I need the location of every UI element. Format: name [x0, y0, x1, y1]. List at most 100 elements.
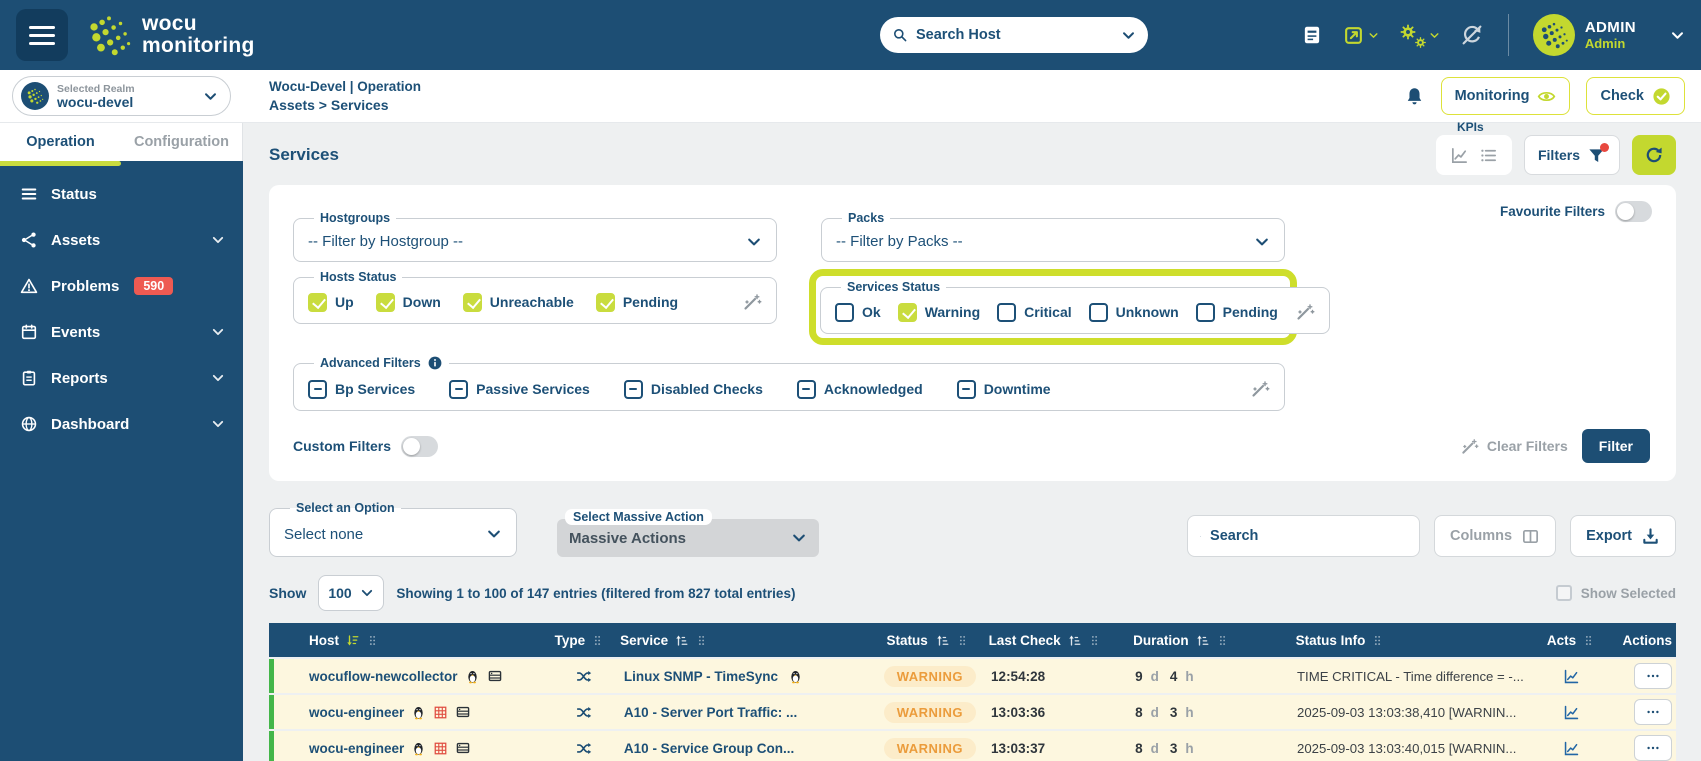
table-search[interactable]: [1187, 515, 1420, 557]
sidebar-item-dashboard[interactable]: Dashboard: [0, 401, 243, 447]
table-search-input[interactable]: [1210, 528, 1407, 544]
monitoring-button[interactable]: Monitoring: [1441, 77, 1571, 115]
column-header-status[interactable]: Status: [866, 633, 989, 648]
sort-icon[interactable]: [1067, 633, 1082, 648]
column-header-duration[interactable]: Duration: [1133, 633, 1295, 648]
sidebar-item-problems[interactable]: Problems 590: [0, 263, 243, 309]
sidebar-item-reports[interactable]: Reports: [0, 355, 243, 401]
drag-dots-icon[interactable]: [1216, 634, 1229, 647]
advanced-acknowledged[interactable]: Acknowledged: [797, 380, 923, 399]
hamburger-menu-button[interactable]: [16, 9, 68, 61]
chart-icon[interactable]: [1450, 146, 1469, 165]
chart-icon[interactable]: [1563, 740, 1580, 757]
refresh-button[interactable]: [1632, 135, 1676, 175]
host-cell[interactable]: wocu-engineer: [274, 740, 551, 756]
breadcrumb-path[interactable]: Assets > Services: [269, 96, 421, 115]
tab-configuration[interactable]: Configuration: [121, 123, 242, 161]
clear-group-wand-icon[interactable]: [1250, 379, 1270, 399]
service-name-link[interactable]: Linux SNMP - TimeSync: [624, 669, 778, 684]
checkbox-indeterminate[interactable]: [957, 380, 976, 399]
row-actions-button[interactable]: [1634, 699, 1672, 725]
massive-actions-dropdown[interactable]: Select Massive Action Massive Actions: [557, 519, 819, 557]
external-link-menu[interactable]: [1343, 25, 1379, 46]
select-option-dropdown[interactable]: Select none: [284, 523, 502, 545]
sort-icon[interactable]: [1195, 633, 1210, 648]
service-status-warning[interactable]: Warning: [898, 303, 980, 322]
realm-selector[interactable]: Selected Realm wocu-devel: [12, 76, 231, 116]
checkbox-indeterminate[interactable]: [797, 380, 816, 399]
checkbox-checked[interactable]: [376, 293, 395, 312]
custom-filters-toggle[interactable]: [401, 436, 438, 457]
hostgroups-select[interactable]: -- Filter by Hostgroup --: [308, 233, 762, 250]
columns-button[interactable]: Columns: [1434, 515, 1556, 557]
search-host-input[interactable]: [916, 27, 1113, 43]
apply-filter-button[interactable]: Filter: [1582, 429, 1650, 463]
row-actions-button[interactable]: [1634, 735, 1672, 761]
chevron-down-icon[interactable]: [1121, 28, 1136, 43]
table-row[interactable]: wocu-engineer A10 - Service Group Con...: [269, 731, 1676, 761]
check-button[interactable]: Check: [1586, 77, 1685, 115]
clear-filters-button[interactable]: Clear Filters: [1460, 437, 1568, 456]
chart-icon[interactable]: [1563, 668, 1580, 685]
service-cell[interactable]: A10 - Service Group Con...: [616, 741, 869, 756]
search-host-combobox[interactable]: [880, 17, 1148, 53]
filters-button[interactable]: Filters: [1524, 135, 1620, 175]
checkbox-checked[interactable]: [898, 303, 917, 322]
kpis-toggle-group[interactable]: KPIs: [1436, 135, 1512, 175]
list-icon[interactable]: [1479, 146, 1498, 165]
drag-dots-icon[interactable]: [591, 634, 604, 647]
checkbox-unchecked[interactable]: [835, 303, 854, 322]
show-selected-checkbox[interactable]: [1556, 585, 1572, 601]
advanced-passive-services[interactable]: Passive Services: [449, 380, 590, 399]
service-cell[interactable]: A10 - Server Port Traffic: ...: [616, 705, 869, 720]
sort-icon[interactable]: [674, 633, 689, 648]
chart-icon[interactable]: [1563, 704, 1580, 721]
service-status-ok[interactable]: Ok: [835, 303, 881, 322]
checkbox-checked[interactable]: [463, 293, 482, 312]
settings-menu[interactable]: [1399, 23, 1440, 47]
host-name-link[interactable]: wocuflow-newcollector: [309, 669, 458, 684]
host-status-down[interactable]: Down: [376, 293, 441, 312]
packs-select[interactable]: -- Filter by Packs --: [836, 233, 1270, 250]
advanced-disabled-checks[interactable]: Disabled Checks: [624, 380, 763, 399]
column-header-last-check[interactable]: Last Check: [989, 633, 1134, 648]
sidebar-item-events[interactable]: Events: [0, 309, 243, 355]
service-name-link[interactable]: A10 - Service Group Con...: [624, 741, 794, 756]
checkbox-unchecked[interactable]: [997, 303, 1016, 322]
clear-group-wand-icon[interactable]: [1295, 302, 1315, 322]
service-status-unknown[interactable]: Unknown: [1089, 303, 1179, 322]
row-actions-button[interactable]: [1634, 663, 1672, 689]
column-header-host[interactable]: Host: [269, 633, 547, 648]
host-name-link[interactable]: wocu-engineer: [309, 741, 404, 756]
service-status-pending[interactable]: Pending: [1196, 303, 1278, 322]
sort-icon[interactable]: [935, 633, 950, 648]
host-cell[interactable]: wocu-engineer: [274, 704, 551, 720]
host-status-pending[interactable]: Pending: [596, 293, 678, 312]
brand-logo[interactable]: wocu monitoring: [86, 12, 255, 58]
service-name-link[interactable]: A10 - Server Port Traffic: ...: [624, 705, 797, 720]
checkbox-indeterminate[interactable]: [449, 380, 468, 399]
clear-group-wand-icon[interactable]: [742, 292, 762, 312]
checkbox-checked[interactable]: [308, 293, 327, 312]
drag-dots-icon[interactable]: [695, 634, 708, 647]
export-button[interactable]: Export: [1570, 515, 1676, 557]
column-header-type[interactable]: Type: [547, 633, 612, 648]
drag-dots-icon[interactable]: [1088, 634, 1101, 647]
checkbox-indeterminate[interactable]: [308, 380, 327, 399]
advanced-downtime[interactable]: Downtime: [957, 380, 1051, 399]
sidebar-item-assets[interactable]: Assets: [0, 217, 243, 263]
user-menu[interactable]: ADMIN Admin: [1533, 14, 1685, 56]
checkbox-unchecked[interactable]: [1089, 303, 1108, 322]
service-status-critical[interactable]: Critical: [997, 303, 1071, 322]
auto-refresh-off-button[interactable]: [1460, 23, 1484, 47]
drag-dots-icon[interactable]: [366, 634, 379, 647]
table-row[interactable]: wocu-engineer A10 - Server Port Traffic:…: [269, 695, 1676, 729]
sidebar-item-status[interactable]: Status: [0, 171, 243, 217]
sort-icon[interactable]: [345, 633, 360, 648]
table-row[interactable]: wocuflow-newcollector Linux SNMP - TimeS…: [269, 659, 1676, 693]
tab-operation[interactable]: Operation: [0, 123, 121, 161]
column-header-status-info[interactable]: Status Info: [1296, 633, 1524, 648]
drag-dots-icon[interactable]: [956, 634, 969, 647]
service-cell[interactable]: Linux SNMP - TimeSync: [616, 669, 869, 684]
drag-dots-icon[interactable]: [1371, 634, 1384, 647]
